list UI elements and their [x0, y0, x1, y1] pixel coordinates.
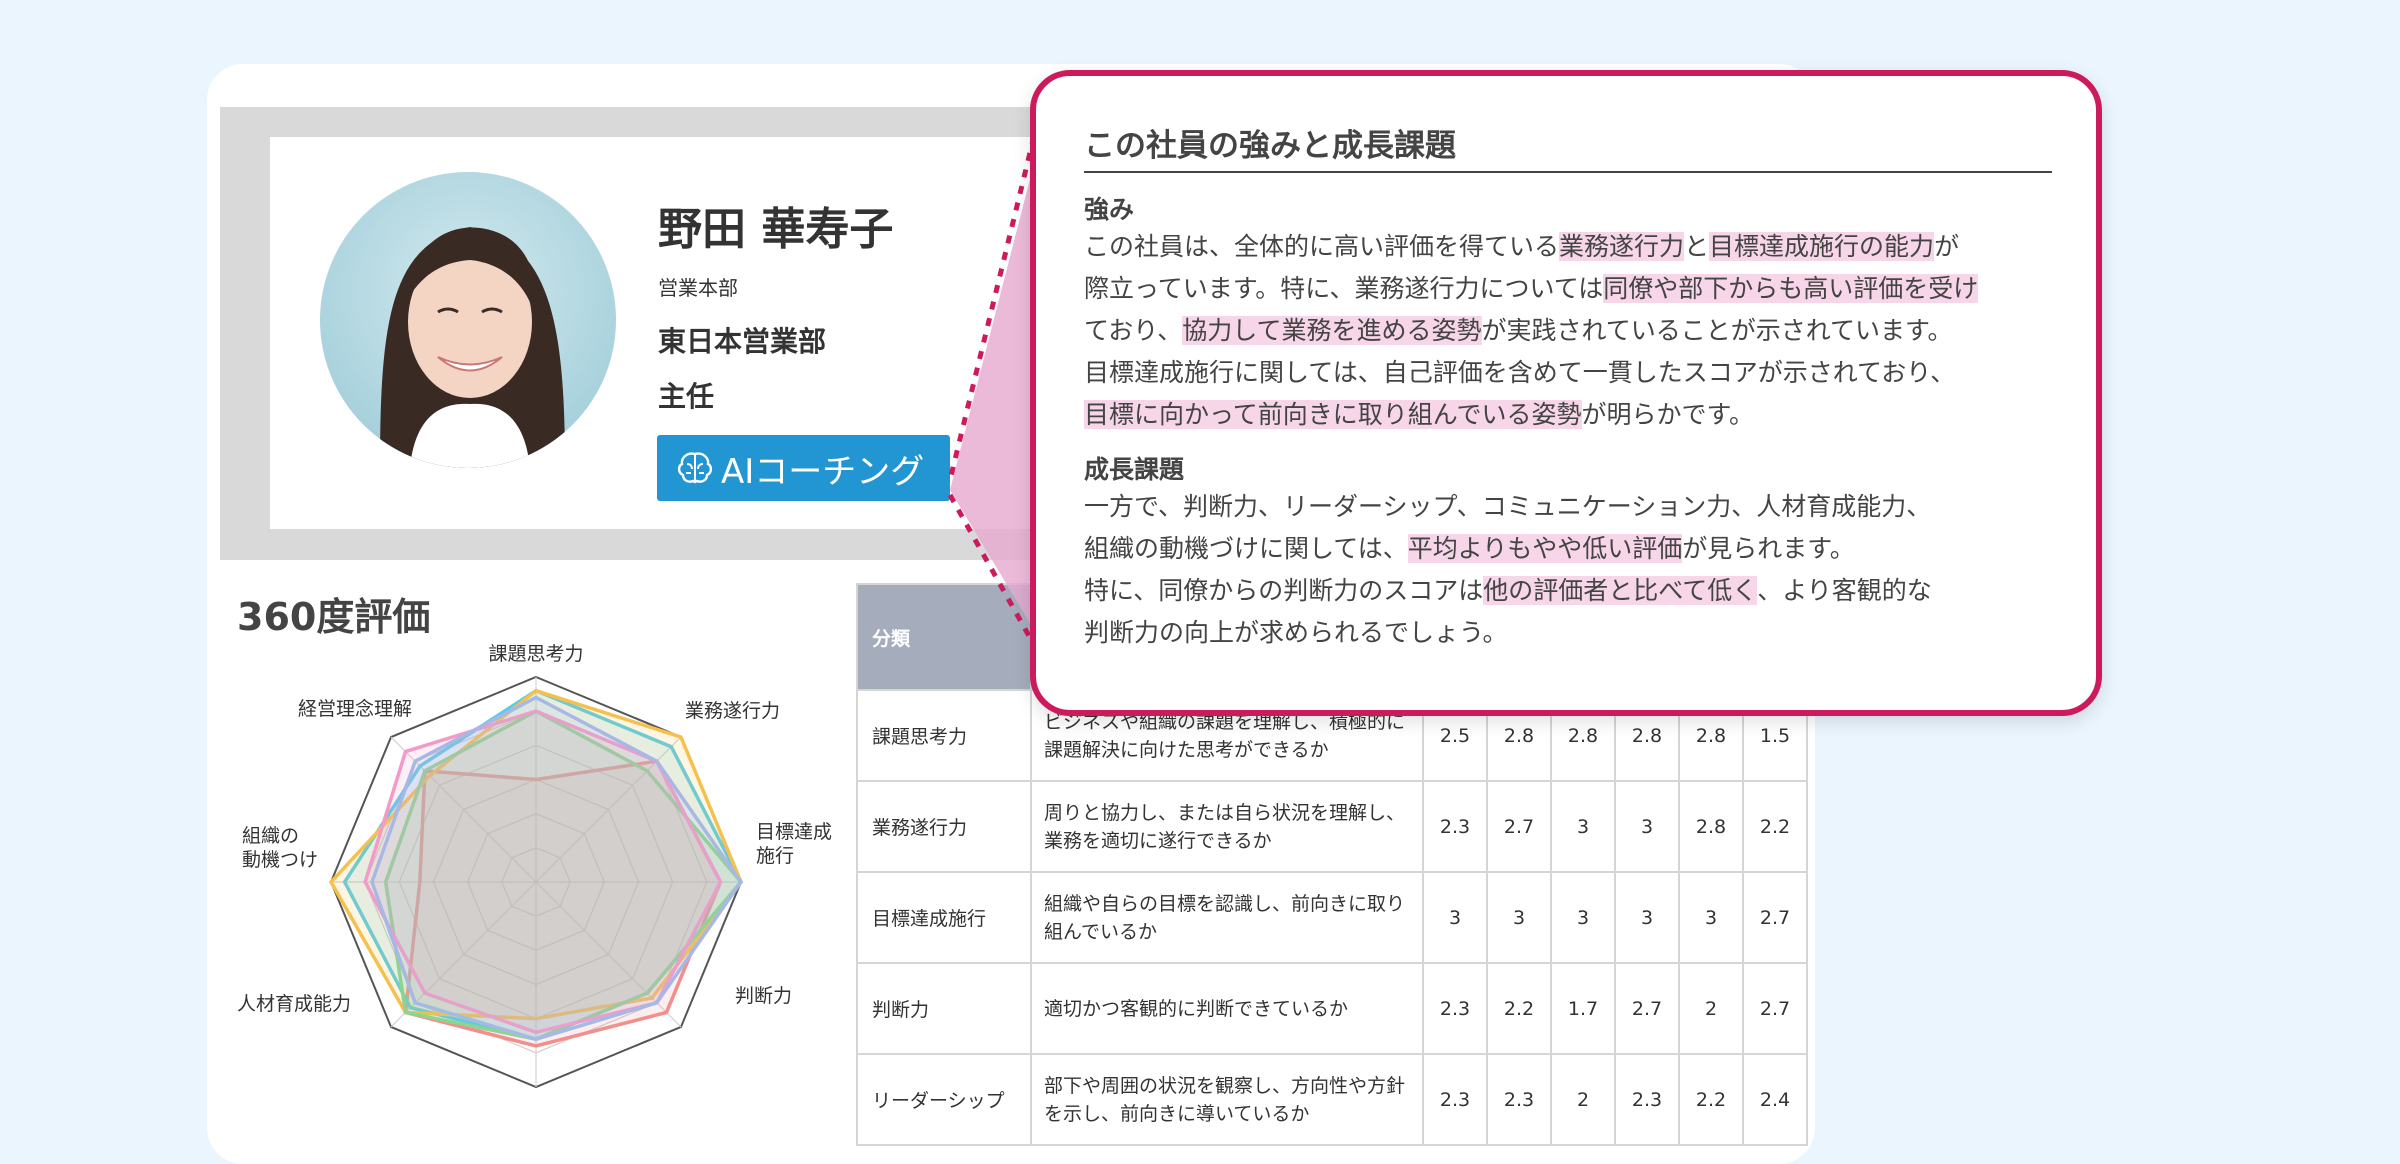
text-segment: 目標達成施行に関しては、自己評価を含めて一貫したスコアが示されており、 [1084, 358, 1956, 387]
text-segment: 、より客観的な [1757, 576, 1932, 605]
strength-text: この社員は、全体的に高い評価を得ている業務遂行力と目標達成施行の能力が 際立って… [1084, 226, 2074, 436]
text-segment: が [1934, 232, 1960, 261]
text-segment: 組織の動機づけに関しては、 [1084, 534, 1408, 563]
text-segment: 判断力の向上が求められるでしょう。 [1084, 618, 1508, 647]
highlight-segment: 他の評価者と比べて低く [1483, 576, 1758, 605]
growth-line: 特に、同僚からの判断力のスコアは他の評価者と比べて低く、より客観的な [1084, 570, 2074, 612]
callout-wedge [950, 140, 1040, 640]
popup-title: この社員の強みと成長課題 [1084, 120, 2052, 173]
highlight-segment: 目標達成施行の能力 [1709, 232, 1935, 261]
text-segment: 一方で、判断力、リーダーシップ、コミュニケーション力、人材育成能力、 [1084, 492, 1932, 521]
growth-line: 一方で、判断力、リーダーシップ、コミュニケーション力、人材育成能力、 [1084, 486, 2074, 528]
highlight-segment: 平均よりもやや低い評価 [1407, 534, 1683, 563]
highlight-segment: 同僚や部下からも高い評価を受け [1603, 274, 1979, 303]
growth-line: 判断力の向上が求められるでしょう。 [1084, 612, 2074, 654]
text-segment: ており、 [1084, 316, 1183, 345]
strength-line: 目標に向かって前向きに取り組んでいる姿勢が明らかです。 [1084, 394, 2074, 436]
strength-line: 目標達成施行に関しては、自己評価を含めて一貫したスコアが示されており、 [1084, 352, 2074, 394]
text-segment: と [1684, 232, 1710, 261]
highlight-segment: 目標に向かって前向きに取り組んでいる姿勢 [1084, 400, 1582, 429]
text-segment: が実践されていることが示されています。 [1481, 316, 1953, 345]
text-segment: この社員は、全体的に高い評価を得ている [1084, 232, 1560, 261]
growth-line: 組織の動機づけに関しては、平均よりもやや低い評価が見られます。 [1084, 528, 2074, 570]
growth-text: 一方で、判断力、リーダーシップ、コミュニケーション力、人材育成能力、 組織の動機… [1084, 486, 2074, 654]
text-segment: が明らかです。 [1581, 400, 1755, 429]
strength-heading: 強み [1084, 195, 1135, 224]
text-segment: 際立っています。特に、業務遂行力については [1084, 274, 1604, 303]
highlight-segment: 協力して業務を進める姿勢 [1182, 316, 1482, 345]
strength-line: 際立っています。特に、業務遂行力については同僚や部下からも高い評価を受け [1084, 268, 2074, 310]
highlight-segment: 業務遂行力 [1559, 232, 1685, 261]
text-segment: が見られます。 [1682, 534, 1855, 563]
growth-heading: 成長課題 [1084, 455, 1185, 484]
strength-line: ており、協力して業務を進める姿勢が実践されていることが示されています。 [1084, 310, 2074, 352]
text-segment: 特に、同僚からの判断力のスコアは [1084, 576, 1484, 605]
strength-line: この社員は、全体的に高い評価を得ている業務遂行力と目標達成施行の能力が [1084, 226, 2074, 268]
ai-coaching-popup: この社員の強みと成長課題 強み この社員は、全体的に高い評価を得ている業務遂行力… [1030, 70, 2102, 716]
